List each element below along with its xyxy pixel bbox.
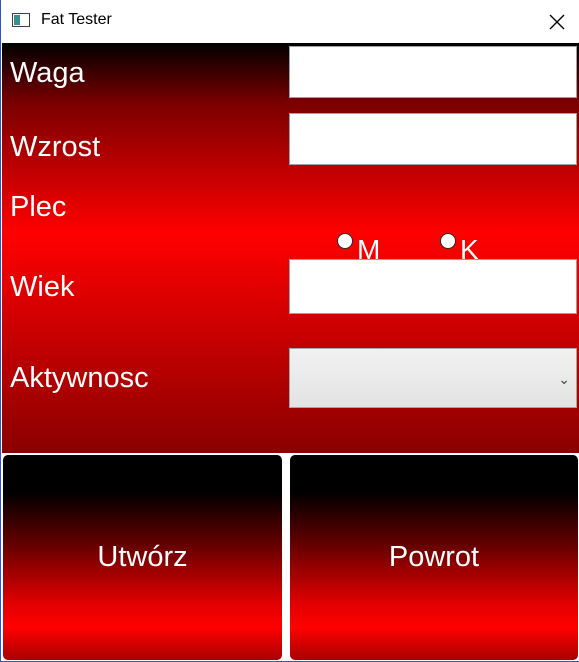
activity-select[interactable]: ⌄ xyxy=(289,348,577,408)
close-button[interactable] xyxy=(534,0,579,43)
create-button-label: Utwórz xyxy=(97,541,188,573)
height-label: Wzrost xyxy=(10,131,101,163)
back-button[interactable]: Powrot xyxy=(290,455,578,660)
height-input[interactable] xyxy=(289,113,577,165)
client-area: Waga Wzrost Plec M K Wiek Aktywnosc ⌄ Ut… xyxy=(2,43,579,661)
weight-label: Waga xyxy=(10,57,85,89)
chevron-down-icon: ⌄ xyxy=(558,371,570,387)
sex-label: Plec xyxy=(10,191,67,223)
app-icon xyxy=(12,13,30,27)
weight-input[interactable] xyxy=(289,46,577,98)
close-icon xyxy=(549,14,565,29)
title-bar: Fat Tester xyxy=(1,0,579,43)
radio-circle-icon xyxy=(440,233,456,249)
age-input[interactable] xyxy=(289,259,577,314)
back-button-label: Powrot xyxy=(388,541,480,573)
radio-circle-icon xyxy=(337,233,353,249)
activity-label: Aktywnosc xyxy=(10,362,149,394)
window-title: Fat Tester xyxy=(41,11,112,28)
age-label: Wiek xyxy=(10,271,75,303)
app-window: Fat Tester Waga Wzrost Plec M K Wiek Akt… xyxy=(0,0,579,662)
create-button[interactable]: Utwórz xyxy=(3,455,282,660)
